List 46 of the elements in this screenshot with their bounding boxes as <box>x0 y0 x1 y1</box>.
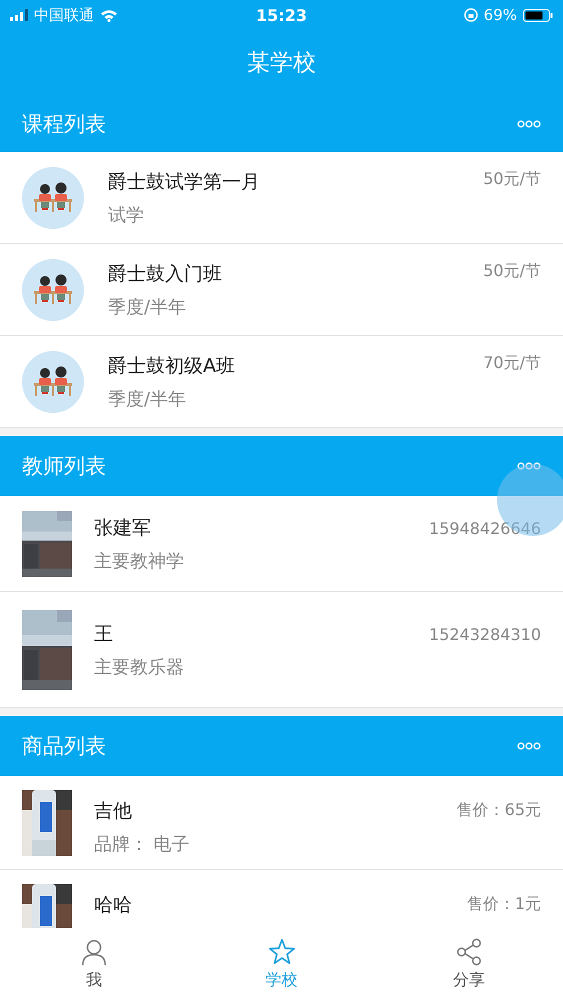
list-item[interactable]: 王 主要教乐器 15243284310 <box>0 592 563 708</box>
carrier-name: 中国联通 <box>34 6 94 24</box>
item-subtitle: 主要教乐器 <box>94 656 185 678</box>
list-item[interactable]: 爵士鼓试学第一月 试学 50元/节 <box>0 152 563 244</box>
item-detail: 50元/节 <box>483 169 541 190</box>
page-title: 某学校 <box>247 49 316 78</box>
students-drawing <box>22 350 84 412</box>
item-name: 吉他 <box>94 799 133 824</box>
status-time: 15:23 <box>256 6 307 24</box>
item-detail: 50元/节 <box>483 261 541 282</box>
list-item[interactable]: 爵士鼓初级A班 季度/半年 70元/节 <box>0 336 563 428</box>
item-subtitle: 季度/半年 <box>108 388 188 410</box>
item-subtitle: 主要教神学 <box>94 550 185 572</box>
section-title: 商品列表 <box>22 733 106 760</box>
item-name: 爵士鼓试学第一月 <box>108 170 261 194</box>
tab-bar-item[interactable]: 分享 <box>375 928 563 1000</box>
battery-percent: 69% <box>484 6 517 24</box>
students-drawing <box>22 258 84 320</box>
list-item[interactable]: 爵士鼓入门班 季度/半年 50元/节 <box>0 244 563 336</box>
section-title: 教师列表 <box>22 453 106 480</box>
rotation-lock-icon <box>464 8 478 22</box>
person-icon <box>80 938 108 966</box>
item-detail: 15243284310 <box>429 625 541 644</box>
battery-icon <box>523 8 553 22</box>
item-detail: 售价：1元 <box>466 894 541 915</box>
share-icon <box>455 938 484 966</box>
section-title: 课程列表 <box>22 110 106 138</box>
item-subtitle: 季度/半年 <box>108 296 188 318</box>
item-detail: 售价：65元 <box>456 800 541 821</box>
more-icon[interactable] <box>517 462 541 470</box>
item-subtitle: 品牌： 电子 <box>94 833 191 856</box>
item-name: 爵士鼓入门班 <box>108 262 223 286</box>
item-detail: 70元/节 <box>483 353 541 374</box>
tab-bar-item[interactable]: 我 <box>0 928 188 1000</box>
signal-icon <box>10 9 28 21</box>
more-icon[interactable] <box>517 120 541 128</box>
star-icon <box>268 938 296 966</box>
students-drawing <box>22 166 84 228</box>
item-name: 王 <box>94 622 114 646</box>
item-name: 哈哈 <box>94 893 133 918</box>
item-name: 爵士鼓初级A班 <box>108 354 236 378</box>
more-icon[interactable] <box>517 742 541 750</box>
wifi-icon <box>100 8 118 22</box>
list-item[interactable]: 吉他 品牌： 电子 售价：65元 <box>0 776 563 870</box>
item-name: 张建军 <box>94 516 152 540</box>
item-subtitle: 试学 <box>108 204 145 226</box>
